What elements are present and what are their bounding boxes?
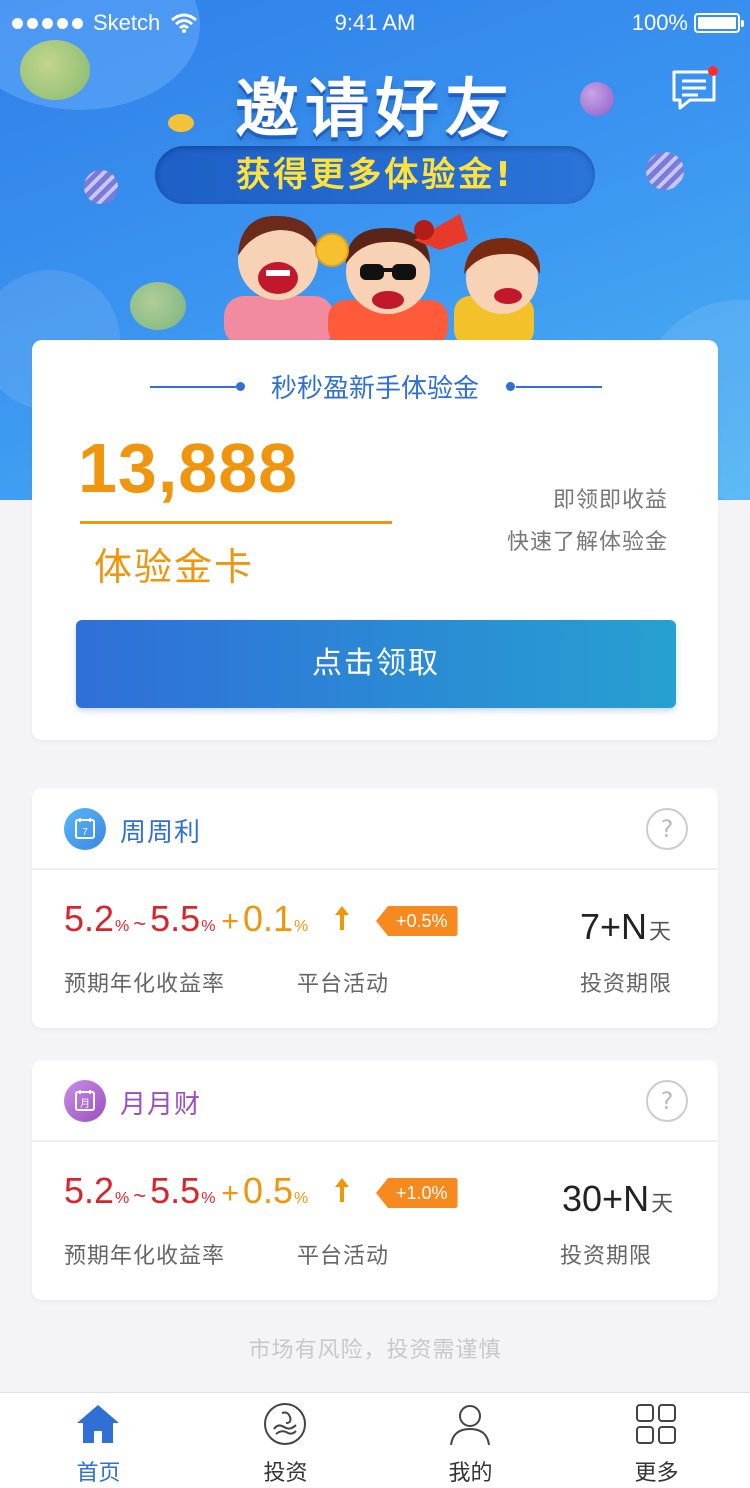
product-name: 周周利 xyxy=(120,818,202,848)
rate-tilde: ~ xyxy=(133,1183,147,1208)
rate-unit: % xyxy=(115,918,130,935)
battery-percent: 100% xyxy=(631,10,688,35)
rate-max: 5.5 xyxy=(150,898,201,939)
tab-label: 更多 xyxy=(634,1461,679,1486)
rate-unit: % xyxy=(201,1190,216,1207)
rate-min: 5.2 xyxy=(64,1170,115,1211)
risk-notice: 市场有风险，投资需谨慎 xyxy=(248,1338,502,1363)
product-card-monthly[interactable]: 月 月月财 ? 5.2 % ~ 5.5 % + 0.5 % +1.0% 预期年化… xyxy=(32,1060,718,1300)
battery-status: 100% xyxy=(631,10,744,36)
tab-home[interactable]: 首页 xyxy=(5,1393,192,1488)
product-card-weekly[interactable]: 7 周周利 ? 5.2 % ~ 5.5 % + 0.1 % +0.5% 预期年化… xyxy=(32,788,718,1028)
invest-icon xyxy=(264,1403,306,1445)
decor-ball xyxy=(646,152,684,190)
learn-more-link[interactable]: 快速了解体验金 xyxy=(507,524,668,556)
calendar-month-icon: 月 xyxy=(64,1080,106,1122)
bonus-badge: +1.0% xyxy=(376,1178,458,1208)
heading-dot xyxy=(506,382,515,391)
rate-unit: % xyxy=(294,918,309,935)
product-header: 月 月月财 ? xyxy=(32,1060,718,1142)
status-bar: Sketch 9:41 AM 100% xyxy=(0,0,750,44)
rate-unit: % xyxy=(115,1190,130,1207)
claim-button[interactable]: 点击领取 xyxy=(76,620,676,708)
rate-bonus: 0.1 xyxy=(242,898,293,939)
period-unit: 天 xyxy=(649,919,672,944)
battery-icon xyxy=(694,13,744,33)
investment-period: 7+N天 xyxy=(580,906,671,948)
cartoon-characters-illustration xyxy=(224,214,541,340)
grid-icon xyxy=(636,1404,676,1444)
heading-dot xyxy=(236,382,245,391)
rate-unit: % xyxy=(294,1190,309,1207)
rate-plus: + xyxy=(221,905,239,938)
hero-subtitle: 获得更多体验金! xyxy=(155,146,595,204)
rate-row: 5.2 % ~ 5.5 % + 0.5 % xyxy=(64,1170,308,1230)
tab-label: 投资 xyxy=(263,1461,308,1486)
hero-title: 邀请好友 xyxy=(235,73,515,147)
investment-period: 30+N天 xyxy=(562,1178,673,1220)
tab-label: 我的 xyxy=(448,1461,493,1486)
benefit-text: 即领即收益 xyxy=(552,488,668,513)
product-name: 月月财 xyxy=(120,1090,202,1120)
activity-label: 平台活动 xyxy=(297,972,390,997)
trial-card-label: 体验金卡 xyxy=(94,545,255,589)
trial-card-title: 秒秒盈新手体验金 xyxy=(270,374,479,404)
decor-ball xyxy=(84,170,118,204)
period-unit: 天 xyxy=(651,1191,674,1216)
period-value: 30+N xyxy=(562,1178,650,1219)
trial-gold-card: 秒秒盈新手体验金 13,888 体验金卡 即领即收益 快速了解体验金 点击领取 xyxy=(32,340,718,740)
activity-label: 平台活动 xyxy=(297,1244,390,1269)
rate-max: 5.5 xyxy=(150,1170,201,1211)
message-icon[interactable] xyxy=(670,66,720,114)
period-label: 投资期限 xyxy=(580,972,673,997)
trial-card-heading: 秒秒盈新手体验金 xyxy=(32,368,718,405)
arrow-up-icon xyxy=(335,1178,349,1202)
rate-bonus: 0.5 xyxy=(242,1170,293,1211)
coin-decoration xyxy=(130,282,186,330)
period-label: 投资期限 xyxy=(560,1244,653,1269)
product-header: 7 周周利 ? xyxy=(32,788,718,870)
rate-row: 5.2 % ~ 5.5 % + 0.1 % xyxy=(64,898,308,958)
calendar-week-icon: 7 xyxy=(64,808,106,850)
rate-tilde: ~ xyxy=(133,911,147,936)
bonus-badge: +0.5% xyxy=(376,906,458,936)
rate-min: 5.2 xyxy=(64,898,115,939)
rate-plus: + xyxy=(221,1177,239,1210)
rate-label: 预期年化收益率 xyxy=(64,972,226,997)
rate-unit: % xyxy=(201,918,216,935)
help-icon[interactable]: ? xyxy=(646,808,688,850)
svg-text:月: 月 xyxy=(80,1098,90,1110)
bottom-tab-bar: 首页 投资 我的 更多 xyxy=(0,1392,750,1488)
svg-text:7: 7 xyxy=(82,827,88,838)
heading-divider xyxy=(150,386,236,388)
tab-mine[interactable]: 我的 xyxy=(377,1393,564,1488)
home-icon xyxy=(77,1405,119,1443)
amount-underline xyxy=(80,521,392,524)
tab-label: 首页 xyxy=(76,1461,121,1486)
tab-more[interactable]: 更多 xyxy=(563,1393,750,1488)
help-icon[interactable]: ? xyxy=(646,1080,688,1122)
rate-label: 预期年化收益率 xyxy=(64,1244,226,1269)
heading-divider xyxy=(516,386,602,388)
arrow-up-icon xyxy=(335,906,349,930)
period-value: 7+N xyxy=(580,906,648,947)
trial-amount: 13,888 xyxy=(78,429,299,507)
tab-invest[interactable]: 投资 xyxy=(192,1393,379,1488)
user-icon xyxy=(450,1405,490,1446)
